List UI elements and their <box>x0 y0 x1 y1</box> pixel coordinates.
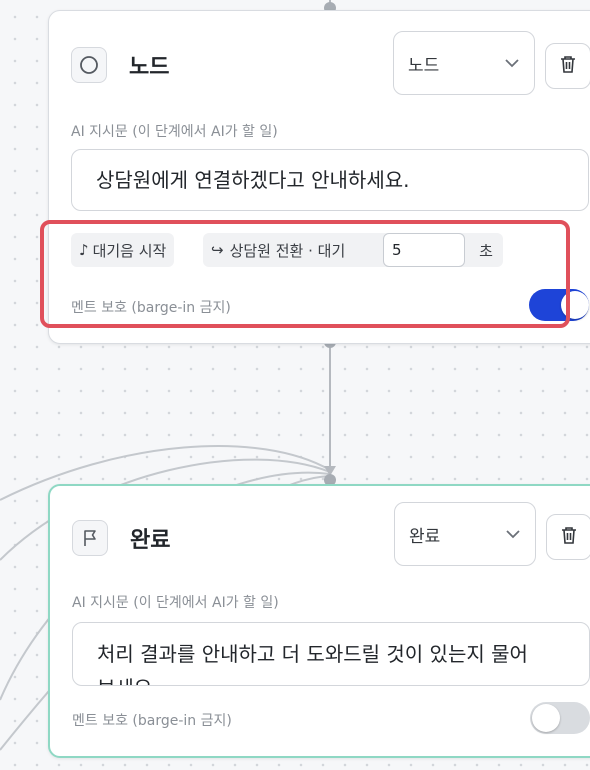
barge-in-label: 멘트 보호 (barge-in 금지) <box>72 713 232 729</box>
highlight-box <box>40 220 570 328</box>
trash-icon <box>559 54 577 78</box>
flow-node-card-complete[interactable]: 완료 완료 AI 지시문 (이 단계에서 AI가 할 일) 처리 결과를 안내하… <box>48 484 590 758</box>
delete-node-button[interactable] <box>545 43 590 89</box>
node-title: 노드 <box>129 55 170 80</box>
toggle-knob <box>532 704 560 732</box>
node-type-select[interactable]: 노드 <box>393 31 535 95</box>
barge-in-toggle[interactable] <box>530 702 590 734</box>
trash-icon <box>560 525 578 549</box>
node-type-select[interactable]: 완료 <box>394 502 536 566</box>
chevron-down-icon <box>505 524 521 544</box>
node-type-value: 노드 <box>408 55 440 76</box>
circle-icon <box>71 47 107 83</box>
instruction-textarea[interactable]: 처리 결과를 안내하고 더 도와드릴 것이 있는지 물어보세요. <box>72 622 590 686</box>
delete-node-button[interactable] <box>546 514 590 560</box>
chevron-down-icon <box>504 53 520 73</box>
instruction-label: AI 지시문 (이 단계에서 AI가 할 일) <box>72 595 279 611</box>
node-title: 완료 <box>130 528 171 553</box>
instruction-textarea[interactable]: 상담원에게 연결하겠다고 안내하세요. <box>71 149 589 211</box>
flag-icon <box>72 520 108 556</box>
instruction-label: AI 지시문 (이 단계에서 AI가 할 일) <box>71 124 278 140</box>
node-type-value: 완료 <box>409 526 441 547</box>
